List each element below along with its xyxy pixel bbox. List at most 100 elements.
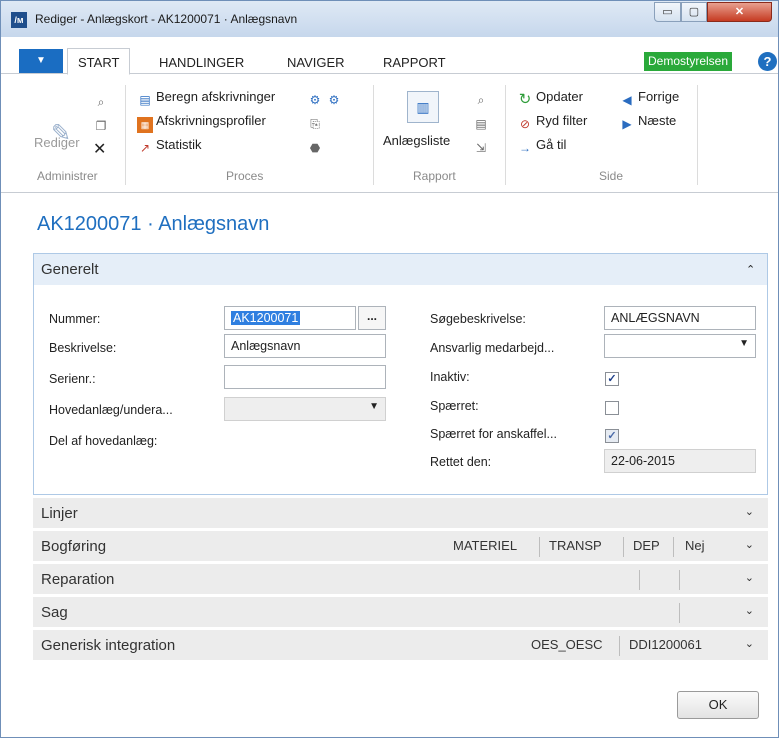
chevron-down-icon: ▼ xyxy=(739,338,749,349)
inaktiv-checkbox[interactable]: ✓ xyxy=(605,372,619,386)
spaerret-checkbox[interactable]: ✓ xyxy=(605,401,619,415)
summary-divider xyxy=(673,537,674,557)
fasttab-bogfoering-title: Bogføring xyxy=(41,538,107,555)
del-af-hovedanlaeg-label: Del af hovedanlæg: xyxy=(49,434,158,448)
ryd-filter-button[interactable]: ⊘ Ryd filter xyxy=(517,113,587,132)
fasttab-generelt-title: Generelt xyxy=(41,261,99,278)
sheet-icon[interactable]: ▤ xyxy=(473,113,492,132)
fasttab-sag[interactable]: Sag ⌄ xyxy=(33,597,768,628)
gaa-til-button[interactable]: → Gå til xyxy=(517,137,566,156)
soegebeskrivelse-label: Søgebeskrivelse: xyxy=(430,312,526,326)
group-label-rapport: Rapport xyxy=(413,169,456,183)
tab-rapport[interactable]: RAPPORT xyxy=(383,55,446,70)
ansvarlig-label: Ansvarlig medarbejd... xyxy=(430,341,555,355)
refresh-icon: ↻ xyxy=(518,91,532,108)
fasttab-linjer-title: Linjer xyxy=(41,505,78,522)
ribbon-separator xyxy=(125,85,126,185)
naeste-button[interactable]: ▶ Næste xyxy=(619,113,676,132)
nummer-field[interactable]: AK1200071 xyxy=(224,306,356,330)
serienr-label: Serienr.: xyxy=(49,372,96,386)
afskrivningsprofiler-button[interactable]: ▦ Afskrivningsprofiler xyxy=(137,113,266,133)
window: /ᴍ Rediger - Anlægskort - AK1200071 · An… xyxy=(0,0,779,738)
fasttab-reparation-title: Reparation xyxy=(41,571,115,588)
preview-icon[interactable]: ⌕ xyxy=(473,89,492,108)
summary-value: DDI1200061 xyxy=(629,637,702,652)
fasttab-sag-title: Sag xyxy=(41,604,68,621)
summary-divider xyxy=(539,537,540,557)
chevron-down-icon: ▼ xyxy=(369,401,379,412)
summary-divider xyxy=(679,603,680,623)
chevron-up-icon: ⌃ xyxy=(746,264,756,276)
rediger-button[interactable]: Rediger xyxy=(34,135,80,150)
fasttab-generisk-integration[interactable]: Generisk integration OES_OESC DDI1200061… xyxy=(33,630,768,661)
opdater-button[interactable]: ↻ Opdater xyxy=(517,89,583,108)
rettet-den-field: 22-06-2015 xyxy=(604,449,756,473)
serienr-field[interactable] xyxy=(224,365,386,389)
ribbon-tab-bar: ▼ START HANDLINGER NAVIGER RAPPORT Demos… xyxy=(1,48,778,75)
window-title: Rediger - Anlægskort - AK1200071 · Anlæg… xyxy=(35,12,298,26)
chevron-down-icon: ⌄ xyxy=(744,506,754,518)
beskrivelse-label: Beskrivelse: xyxy=(49,341,117,355)
ribbon: ✎ Rediger ⌕ ❐ ✕ Administrer ▤ Beregn afsk… xyxy=(1,75,778,193)
fasttab-bogfoering[interactable]: Bogføring MATERIEL TRANSP DEP Nej ⌄ xyxy=(33,531,768,562)
anlaegsliste-button[interactable]: Anlægsliste xyxy=(383,133,450,148)
tab-start[interactable]: START xyxy=(67,48,131,75)
chevron-down-icon: ⌄ xyxy=(744,638,754,650)
group-label-proces: Proces xyxy=(226,169,264,183)
ansvarlig-dropdown[interactable]: ▼ xyxy=(604,334,756,358)
application-menu-button[interactable]: ▼ xyxy=(19,49,63,73)
app-icon: /ᴍ xyxy=(11,12,27,28)
ribbon-separator xyxy=(373,85,374,185)
calculate-icon: ▤ xyxy=(139,93,151,107)
close-icon: ✕ xyxy=(734,6,745,18)
check-icon: ✓ xyxy=(607,373,617,385)
statistics-icon: ↗ xyxy=(139,141,151,155)
hovedanlaeg-dropdown[interactable]: ▼ xyxy=(224,397,386,421)
maximize-icon: ▢ xyxy=(688,6,700,18)
profile-icon: ▦ xyxy=(137,117,153,133)
summary-divider xyxy=(639,570,640,590)
setup-icon[interactable]: ⚙ ⚙ xyxy=(307,89,345,108)
statistik-button[interactable]: ↗ Statistik xyxy=(137,137,202,156)
soegebeskrivelse-field[interactable]: ANLÆGSNAVN xyxy=(604,306,756,330)
tab-handlinger[interactable]: HANDLINGER xyxy=(159,55,244,70)
spaerret-anskaffel-checkbox[interactable]: ✓ xyxy=(605,429,619,443)
summary-divider xyxy=(619,636,620,656)
export-icon[interactable]: ⇲ xyxy=(473,137,492,156)
page-title: AK1200071 · Anlægsnavn xyxy=(37,213,270,235)
ok-button[interactable]: OK xyxy=(677,691,759,719)
title-bar: /ᴍ Rediger - Anlægskort - AK1200071 · An… xyxy=(1,1,778,37)
spaerret-label: Spærret: xyxy=(430,399,479,413)
summary-value: DEP xyxy=(633,538,660,553)
beskrivelse-field[interactable]: Anlægsnavn xyxy=(224,334,386,358)
tab-naviger[interactable]: NAVIGER xyxy=(287,55,345,70)
company-badge[interactable]: Demostyrelsen xyxy=(644,52,733,71)
summary-divider xyxy=(623,537,624,557)
delete-icon[interactable]: ✕ xyxy=(93,139,106,159)
lookup-button[interactable]: ... xyxy=(358,306,386,330)
check-icon: ✓ xyxy=(607,430,617,442)
fasttab-generelt-header[interactable]: Generelt ⌃ xyxy=(34,254,767,285)
minimize-icon: ▭ xyxy=(662,6,673,18)
group-label-administrer: Administrer xyxy=(37,169,98,183)
summary-value: MATERIEL xyxy=(453,538,518,553)
spaerret-anskaffel-label: Spærret for anskaffel... xyxy=(430,427,557,441)
ribbon-separator xyxy=(697,85,698,185)
beregn-afskrivninger-button[interactable]: ▤ Beregn afskrivninger xyxy=(137,89,275,108)
fasttab-reparation[interactable]: Reparation ⌄ xyxy=(33,564,768,595)
previous-icon: ◀ xyxy=(622,93,632,107)
fasttab-linjer[interactable]: Linjer ⌄ xyxy=(33,498,768,529)
forrige-button[interactable]: ◀ Forrige xyxy=(619,89,679,108)
new-icon[interactable]: ❐ xyxy=(93,115,112,134)
close-button[interactable]: ✕ xyxy=(707,2,772,22)
group-label-side: Side xyxy=(599,169,624,183)
minimize-button[interactable]: ▭ xyxy=(654,2,681,22)
hexagon-icon[interactable]: ⬣ xyxy=(307,137,326,156)
hovedanlaeg-label: Hovedanlæg/undera... xyxy=(49,403,173,417)
view-icon[interactable]: ⌕ xyxy=(93,91,112,110)
maximize-button[interactable]: ▢ xyxy=(681,2,707,22)
fasttab-generelt: Generelt ⌃ Nummer: AK1200071 ... Beskriv… xyxy=(33,253,768,495)
help-icon[interactable]: ? xyxy=(758,52,777,71)
summary-value: OES_OESC xyxy=(531,637,603,652)
copy-icon[interactable]: ⎘ xyxy=(307,113,326,132)
